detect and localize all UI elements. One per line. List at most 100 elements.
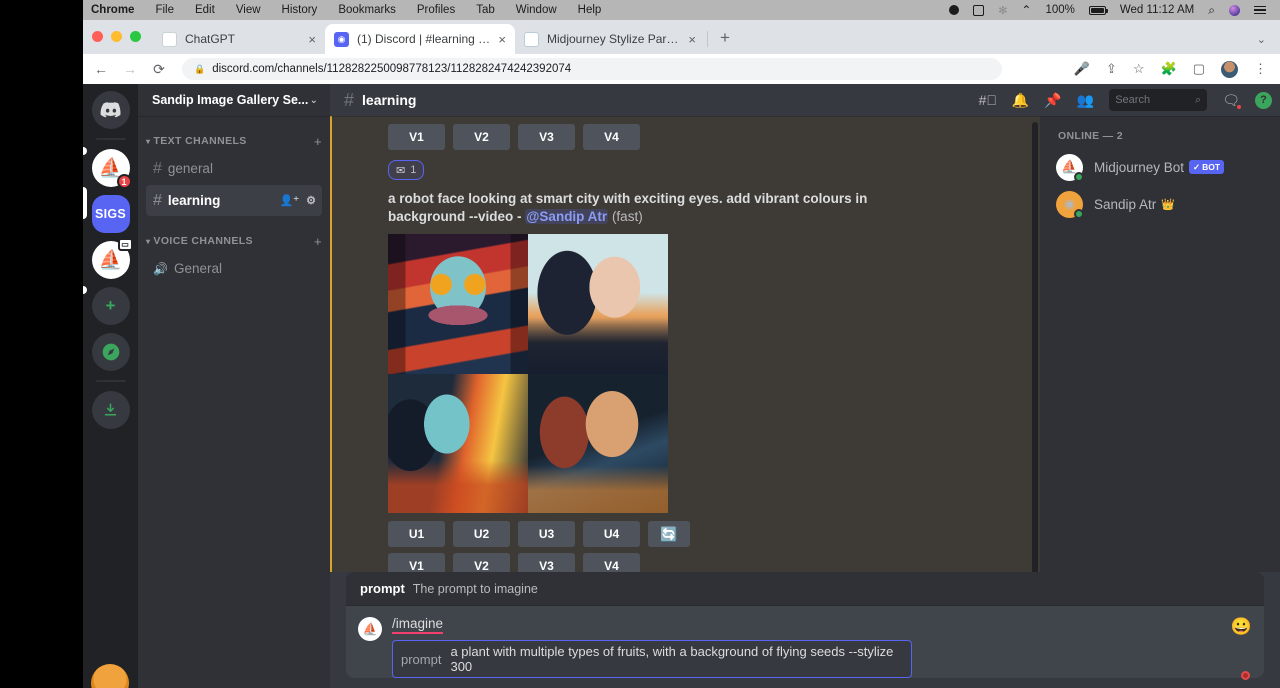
current-user-avatar-partial[interactable]	[91, 664, 129, 688]
maximize-window-button[interactable]	[130, 31, 141, 42]
member-list-icon[interactable]: 👥	[1077, 92, 1094, 109]
spotlight-search-icon[interactable]: ⌕	[1208, 3, 1215, 18]
button-v1-bottom[interactable]: V1	[388, 553, 445, 572]
home-discord-button[interactable]	[92, 91, 130, 129]
side-panel-icon[interactable]: ▢	[1193, 61, 1205, 77]
control-center-icon[interactable]	[1254, 6, 1266, 15]
generated-image-3[interactable]	[388, 374, 528, 514]
menu-window[interactable]: Window	[516, 4, 557, 16]
menu-bar-clock[interactable]: Wed 11:12 AM	[1120, 4, 1194, 16]
address-bar[interactable]: 🔒 discord.com/channels/11282822500987781…	[182, 58, 1002, 80]
menu-bookmarks[interactable]: Bookmarks	[338, 4, 396, 16]
create-invite-icon[interactable]: 👤⁺	[280, 194, 300, 207]
button-v4-top[interactable]: V4	[583, 124, 640, 150]
tab-midjourney-stylize[interactable]: ▤ Midjourney Stylize Parameter ×	[515, 24, 705, 54]
bluetooth-icon[interactable]: ✻	[998, 4, 1007, 17]
emoji-smiley-icon[interactable]: 😀	[1231, 617, 1252, 637]
threads-icon[interactable]: #⃞	[979, 92, 997, 108]
close-tab-icon[interactable]: ×	[688, 33, 696, 46]
button-u1[interactable]: U1	[388, 521, 445, 547]
back-button[interactable]: ←	[93, 61, 109, 77]
button-v3-bottom[interactable]: V3	[518, 553, 575, 572]
battery-icon[interactable]	[1089, 6, 1106, 15]
close-tab-icon[interactable]: ×	[498, 33, 506, 46]
create-channel-icon[interactable]: +	[314, 234, 322, 249]
window-traffic-lights	[92, 31, 141, 42]
tab-chatgpt[interactable]: ◎ ChatGPT ×	[153, 24, 325, 54]
close-tab-icon[interactable]: ×	[308, 33, 316, 46]
add-server-button[interactable]: +	[92, 287, 130, 325]
wifi-icon[interactable]: ⌃	[1021, 3, 1031, 17]
button-v1-top[interactable]: V1	[388, 124, 445, 150]
extensions-puzzle-icon[interactable]: 🧩	[1161, 61, 1177, 77]
button-reroll[interactable]: 🔄	[648, 521, 690, 547]
sidebar-channel-learning[interactable]: # learning 👤⁺ ⚙	[146, 185, 322, 216]
screenshot-icon[interactable]	[973, 5, 984, 16]
channel-sidebar: Sandip Image Gallery Se... ⌄ ▾ TEXT CHAN…	[138, 84, 330, 688]
message-list[interactable]: V1 V2 V3 V4 ✉ 1 a robo	[330, 116, 1040, 572]
mic-icon[interactable]: 🎤	[1074, 61, 1090, 77]
share-icon[interactable]: ⇪	[1106, 61, 1117, 77]
minimize-window-button[interactable]	[111, 31, 122, 42]
command-hint-keyword: prompt	[360, 581, 405, 596]
notification-bell-icon[interactable]: 🔔	[1012, 92, 1029, 109]
category-text-channels[interactable]: ▾ TEXT CHANNELS +	[138, 130, 330, 152]
menu-history[interactable]: History	[282, 4, 318, 16]
server-icon-boat-2[interactable]: ⛵ ▭	[92, 241, 130, 279]
member-row-midjourney-bot[interactable]: ⛵ Midjourney Bot ✓BOT	[1048, 149, 1272, 185]
siri-icon[interactable]	[1229, 5, 1240, 16]
search-input[interactable]: Search ⌕	[1109, 89, 1207, 111]
button-v2-top[interactable]: V2	[453, 124, 510, 150]
button-u2[interactable]: U2	[453, 521, 510, 547]
download-apps-button[interactable]	[92, 391, 130, 429]
button-u3[interactable]: U3	[518, 521, 575, 547]
member-row-sandip-atr[interactable]: ◉ Sandip Atr 👑	[1048, 186, 1272, 222]
generated-image-4[interactable]	[528, 374, 668, 514]
prompt-input[interactable]: prompt a plant with multiple types of fr…	[392, 640, 912, 678]
record-icon[interactable]	[949, 5, 959, 15]
forward-button[interactable]: →	[122, 61, 138, 77]
generated-image-grid[interactable]	[388, 234, 668, 513]
button-v4-bottom[interactable]: V4	[583, 553, 640, 572]
composer-input-area[interactable]: /imagine prompt a plant with multiple ty…	[392, 615, 1221, 678]
explore-servers-button[interactable]	[92, 333, 130, 371]
create-channel-icon[interactable]: +	[314, 134, 322, 149]
sidebar-channel-general[interactable]: # general	[146, 153, 322, 184]
sidebar-channel-voice-general[interactable]: 🔊 General	[146, 253, 322, 284]
help-icon[interactable]: ?	[1255, 92, 1272, 109]
scrollbar-thumb[interactable]	[1032, 122, 1038, 572]
menu-tab[interactable]: Tab	[476, 4, 495, 16]
menu-view[interactable]: View	[236, 4, 261, 16]
message-scrollbar[interactable]	[1032, 122, 1038, 572]
menu-help[interactable]: Help	[578, 4, 602, 16]
generated-image-1[interactable]	[388, 234, 528, 374]
category-voice-channels[interactable]: ▾ VOICE CHANNELS +	[138, 230, 330, 252]
tab-discord[interactable]: ◉ (1) Discord | #learning | Sandip ×	[325, 24, 515, 54]
pinned-messages-icon[interactable]: 📌	[1044, 92, 1061, 109]
edit-channel-gear-icon[interactable]: ⚙	[306, 194, 316, 207]
inbox-icon[interactable]: 🗨	[1222, 92, 1240, 109]
new-tab-button[interactable]: +	[720, 28, 730, 48]
three-dot-menu-icon[interactable]: ⋮	[1254, 61, 1267, 77]
menu-profiles[interactable]: Profiles	[417, 4, 455, 16]
close-window-button[interactable]	[92, 31, 103, 42]
profile-avatar[interactable]	[1221, 61, 1238, 78]
button-v2-bottom[interactable]: V2	[453, 553, 510, 572]
generated-image-2[interactable]	[528, 234, 668, 374]
menu-edit[interactable]: Edit	[195, 4, 215, 16]
bookmark-star-icon[interactable]: ☆	[1133, 61, 1145, 77]
chevron-down-icon[interactable]: ⌄	[1257, 33, 1266, 46]
button-u4[interactable]: U4	[583, 521, 640, 547]
menu-file[interactable]: File	[155, 4, 174, 16]
reload-button[interactable]: ⟳	[151, 61, 167, 78]
server-icon-boat-1[interactable]: ⛵ 1	[92, 149, 130, 187]
message-composer[interactable]: ⛵ /imagine prompt a plant with multiple …	[346, 606, 1264, 678]
user-mention[interactable]: @Sandip Atr	[525, 209, 608, 224]
menu-chrome[interactable]: Chrome	[91, 4, 134, 16]
server-icon-sigs[interactable]: SIGS	[92, 195, 130, 233]
button-v3-top[interactable]: V3	[518, 124, 575, 150]
guild-header[interactable]: Sandip Image Gallery Se... ⌄	[138, 84, 330, 116]
inbox-unread-dot	[1236, 104, 1242, 110]
reaction-envelope-top[interactable]: ✉ 1	[388, 160, 424, 180]
crown-icon: 👑	[1161, 198, 1175, 211]
